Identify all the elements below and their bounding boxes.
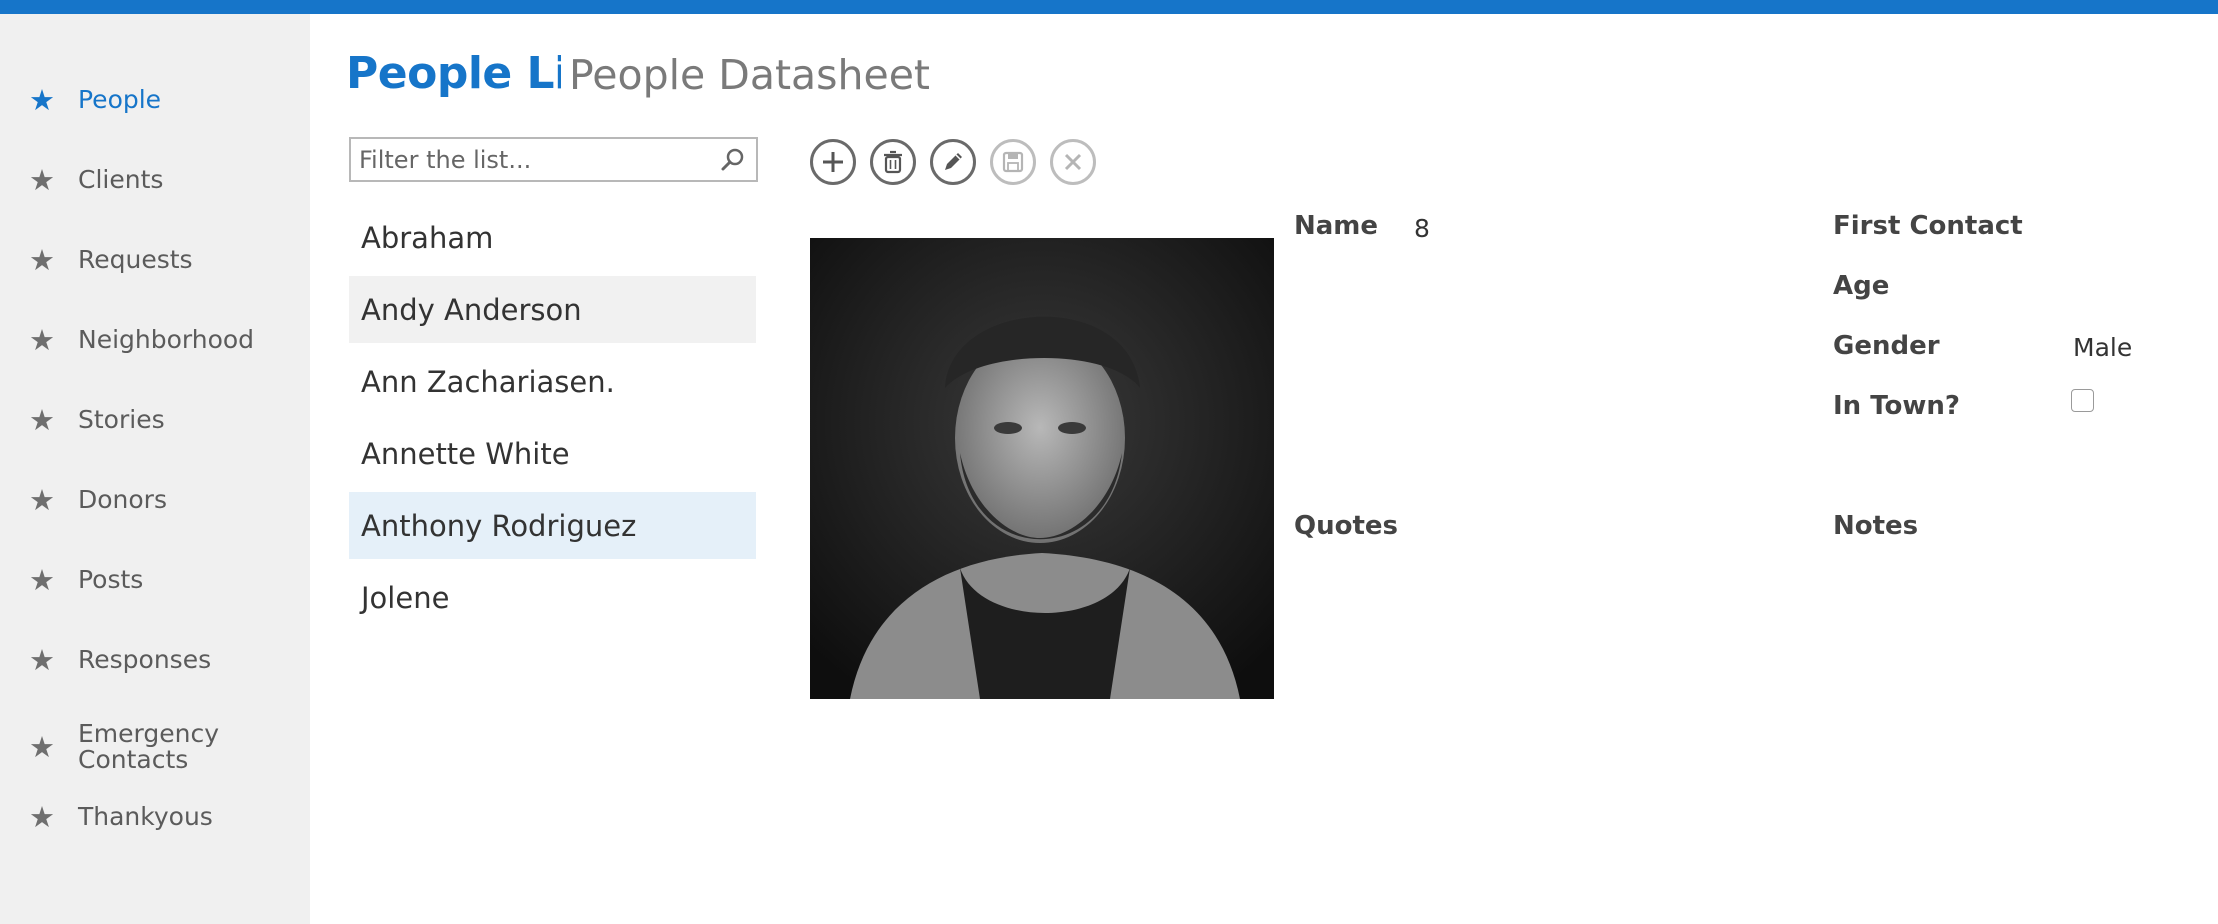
top-accent-bar bbox=[0, 0, 2218, 14]
edit-icon bbox=[945, 153, 962, 170]
filter-input[interactable] bbox=[359, 143, 699, 176]
sidebar-item-neighborhood[interactable]: ★ Neighborhood bbox=[0, 310, 310, 370]
edit-button[interactable] bbox=[930, 139, 976, 185]
portrait-photo bbox=[810, 238, 1274, 699]
sidebar-item-label: Posts bbox=[78, 565, 144, 594]
page-title: People LisPeople Datasheet bbox=[346, 48, 930, 108]
list-item-name: Annette White bbox=[361, 436, 570, 471]
cancel-button[interactable] bbox=[1050, 139, 1096, 185]
sidebar-item-label: Emergency Contacts bbox=[78, 719, 220, 774]
save-icon bbox=[1002, 151, 1024, 173]
people-list: Abraham Andy Anderson Ann Zachariasen. A… bbox=[349, 204, 756, 636]
list-item-name: Abraham bbox=[361, 220, 494, 255]
record-toolbar bbox=[810, 139, 1110, 187]
sidebar-item-posts[interactable]: ★ Posts bbox=[0, 550, 310, 610]
first-contact-label: First Contact bbox=[1833, 211, 2023, 241]
list-item[interactable]: Abraham bbox=[349, 204, 756, 271]
add-icon bbox=[823, 152, 843, 172]
star-icon: ★ bbox=[29, 729, 55, 764]
star-icon: ★ bbox=[29, 799, 55, 834]
in-town-checkbox[interactable] bbox=[2071, 389, 2094, 412]
sidebar-item-label: People bbox=[78, 85, 162, 114]
sidebar-item-label: Clients bbox=[78, 165, 164, 194]
notes-label: Notes bbox=[1833, 511, 1919, 541]
sidebar-item-label: Donors bbox=[78, 485, 167, 514]
list-item[interactable]: Andy Anderson bbox=[349, 276, 756, 343]
list-item[interactable]: Anthony Rodriguez bbox=[349, 492, 756, 559]
star-icon: ★ bbox=[29, 322, 55, 357]
sidebar-item-responses[interactable]: ★ Responses bbox=[0, 630, 310, 690]
list-item-name: Andy Anderson bbox=[361, 292, 582, 327]
sidebar-item-label: Requests bbox=[78, 245, 193, 274]
sidebar-item-label: Responses bbox=[78, 645, 212, 674]
star-icon: ★ bbox=[29, 562, 55, 597]
sidebar-item-label: Thankyous bbox=[78, 802, 213, 831]
sidebar-item-emergency-contacts[interactable]: ★ Emergency Contacts bbox=[0, 707, 310, 787]
star-icon: ★ bbox=[29, 642, 55, 677]
star-icon: ★ bbox=[29, 162, 55, 197]
delete-button[interactable] bbox=[870, 139, 916, 185]
list-item-name: Jolene bbox=[361, 580, 450, 615]
filter-box bbox=[349, 137, 758, 182]
add-button[interactable] bbox=[810, 139, 856, 185]
sidebar-item-stories[interactable]: ★ Stories bbox=[0, 390, 310, 450]
delete-icon bbox=[884, 150, 902, 174]
cancel-icon bbox=[1064, 153, 1082, 171]
app-name-link[interactable]: People Lis bbox=[346, 48, 561, 99]
gender-label: Gender bbox=[1833, 331, 1940, 361]
list-item[interactable]: Ann Zachariasen. bbox=[349, 348, 756, 415]
sidebar-item-label: Stories bbox=[78, 405, 165, 434]
list-item-name: Anthony Rodriguez bbox=[361, 508, 637, 543]
save-button[interactable] bbox=[990, 139, 1036, 185]
star-icon: ★ bbox=[29, 482, 55, 517]
gender-value: Male bbox=[2073, 333, 2133, 362]
quotes-label: Quotes bbox=[1294, 511, 1399, 541]
view-name: People Datasheet bbox=[569, 51, 931, 99]
sidebar-item-donors[interactable]: ★ Donors bbox=[0, 470, 310, 530]
sidebar-item-requests[interactable]: ★ Requests bbox=[0, 230, 310, 290]
sidebar-nav: ★ People ★ Clients ★ Requests ★ Neighbor… bbox=[0, 14, 310, 924]
list-item-name: Ann Zachariasen. bbox=[361, 364, 615, 399]
name-label: Name bbox=[1294, 211, 1379, 241]
sidebar-item-label: Neighborhood bbox=[78, 325, 255, 354]
search-icon[interactable] bbox=[720, 147, 746, 173]
name-value: 8 bbox=[1414, 214, 1430, 243]
list-item[interactable]: Jolene bbox=[349, 564, 756, 631]
sidebar-item-thankyous[interactable]: ★ Thankyous bbox=[0, 787, 310, 847]
sidebar-item-clients[interactable]: ★ Clients bbox=[0, 150, 310, 210]
in-town-label: In Town? bbox=[1833, 391, 1960, 421]
sidebar-item-people[interactable]: ★ People bbox=[0, 70, 310, 130]
list-item[interactable]: Annette White bbox=[349, 420, 756, 487]
star-icon: ★ bbox=[29, 242, 55, 277]
star-icon: ★ bbox=[29, 402, 55, 437]
star-icon: ★ bbox=[29, 82, 55, 117]
age-label: Age bbox=[1833, 271, 1890, 301]
